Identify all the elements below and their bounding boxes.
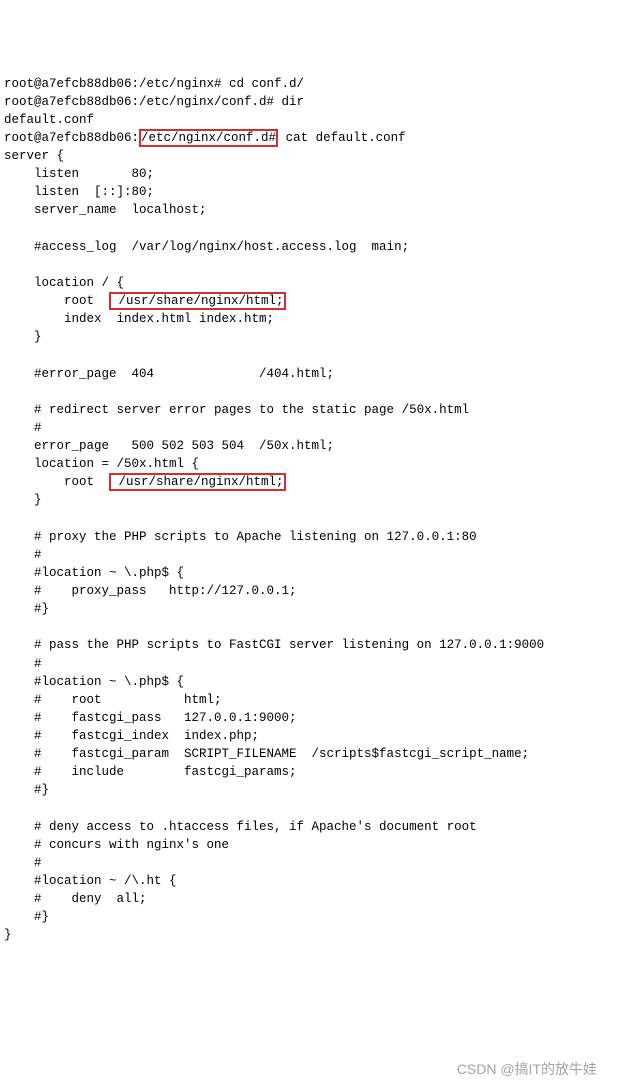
config-line: #: [4, 657, 42, 671]
shell-command: dir: [282, 95, 305, 109]
config-line: listen 80;: [4, 167, 154, 181]
highlight-path: /etc/nginx/conf.d#: [139, 129, 278, 147]
config-line: #access_log /var/log/nginx/host.access.l…: [4, 240, 409, 254]
config-line: # pass the PHP scripts to FastCGI server…: [4, 638, 544, 652]
shell-prompt: root@a7efcb88db06:/etc/nginx#: [4, 77, 229, 91]
shell-command: cat default.conf: [278, 131, 406, 145]
config-line: #}: [4, 910, 49, 924]
config-line: # include fastcgi_params;: [4, 765, 297, 779]
config-line: #: [4, 856, 42, 870]
config-line: # fastcgi_param SCRIPT_FILENAME /scripts…: [4, 747, 529, 761]
shell-prompt-prefix: root@a7efcb88db06:: [4, 131, 139, 145]
config-line: root /usr/share/nginx/html;: [4, 473, 286, 491]
config-text: root: [4, 294, 109, 308]
output-line: default.conf: [4, 113, 94, 127]
config-line: index index.html index.htm;: [4, 312, 274, 326]
shell-prompt: root@a7efcb88db06:/etc/nginx/conf.d#: [4, 95, 282, 109]
config-line: # fastcgi_pass 127.0.0.1:9000;: [4, 711, 297, 725]
config-line: #}: [4, 783, 49, 797]
config-line: }: [4, 493, 42, 507]
config-text: root: [4, 475, 109, 489]
highlight-root-path: /usr/share/nginx/html;: [109, 473, 286, 491]
config-line: root /usr/share/nginx/html;: [4, 292, 286, 310]
config-line: error_page 500 502 503 504 /50x.html;: [4, 439, 334, 453]
config-line: # redirect server error pages to the sta…: [4, 403, 469, 417]
config-line: location = /50x.html {: [4, 457, 199, 471]
config-line: # concurs with nginx's one: [4, 838, 229, 852]
config-line: #: [4, 548, 42, 562]
prompt-line: root@a7efcb88db06:/etc/nginx/conf.d# cat…: [4, 129, 406, 147]
config-line: #location ~ /\.ht {: [4, 874, 177, 888]
config-line: #location ~ \.php$ {: [4, 566, 184, 580]
config-line: server_name localhost;: [4, 203, 207, 217]
config-line: # deny all;: [4, 892, 147, 906]
terminal-output: root@a7efcb88db06:/etc/nginx# cd conf.d/…: [0, 73, 627, 965]
config-line: }: [4, 928, 12, 942]
config-line: server {: [4, 149, 64, 163]
shell-command: cd conf.d/: [229, 77, 304, 91]
config-line: listen [::]:80;: [4, 185, 154, 199]
prompt-line: root@a7efcb88db06:/etc/nginx# cd conf.d/: [4, 77, 304, 91]
highlight-root-path: /usr/share/nginx/html;: [109, 292, 286, 310]
config-line: }: [4, 330, 42, 344]
prompt-line: root@a7efcb88db06:/etc/nginx/conf.d# dir: [4, 95, 304, 109]
watermark-text: CSDN @搞IT的放牛娃: [457, 1059, 597, 1079]
config-line: # fastcgi_index index.php;: [4, 729, 259, 743]
config-line: #: [4, 421, 42, 435]
config-line: #error_page 404 /404.html;: [4, 367, 334, 381]
config-line: # deny access to .htaccess files, if Apa…: [4, 820, 477, 834]
config-line: location / {: [4, 276, 124, 290]
config-line: #}: [4, 602, 49, 616]
config-line: # proxy_pass http://127.0.0.1;: [4, 584, 297, 598]
config-line: # root html;: [4, 693, 222, 707]
config-line: # proxy the PHP scripts to Apache listen…: [4, 530, 477, 544]
config-line: #location ~ \.php$ {: [4, 675, 184, 689]
